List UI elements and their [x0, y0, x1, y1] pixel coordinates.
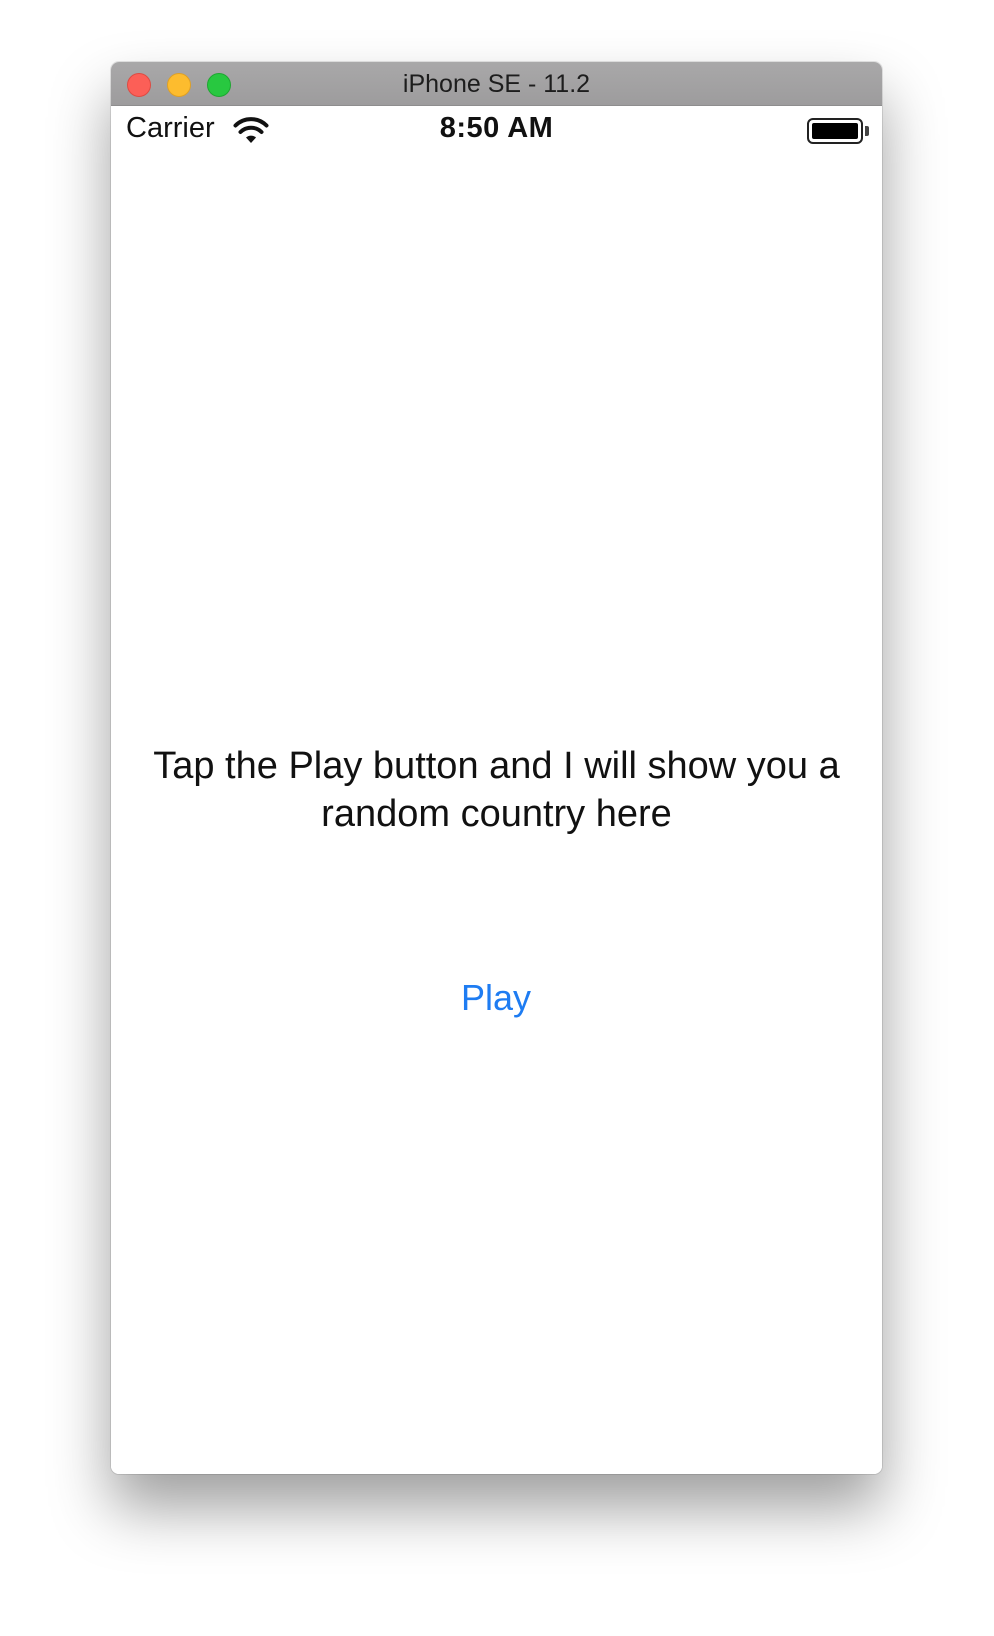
desktop-background: iPhone SE - 11.2 Carrier 8:50 AM Tap the…: [0, 0, 994, 1636]
country-message-label: Tap the Play button and I will show you …: [153, 745, 840, 835]
battery-level-fill: [812, 123, 858, 139]
battery-icon: [807, 118, 869, 144]
status-time: 8:50 AM: [439, 112, 554, 144]
window-title: iPhone SE - 11.2: [402, 70, 591, 98]
status-bar: Carrier 8:50 AM: [111, 106, 882, 156]
window-titlebar[interactable]: iPhone SE - 11.2: [111, 62, 882, 106]
device-screen: Carrier 8:50 AM Tap the Play button and …: [111, 106, 882, 1474]
simulator-window: iPhone SE - 11.2 Carrier 8:50 AM Tap the…: [111, 62, 882, 1474]
play-button[interactable]: Play: [421, 974, 571, 1022]
